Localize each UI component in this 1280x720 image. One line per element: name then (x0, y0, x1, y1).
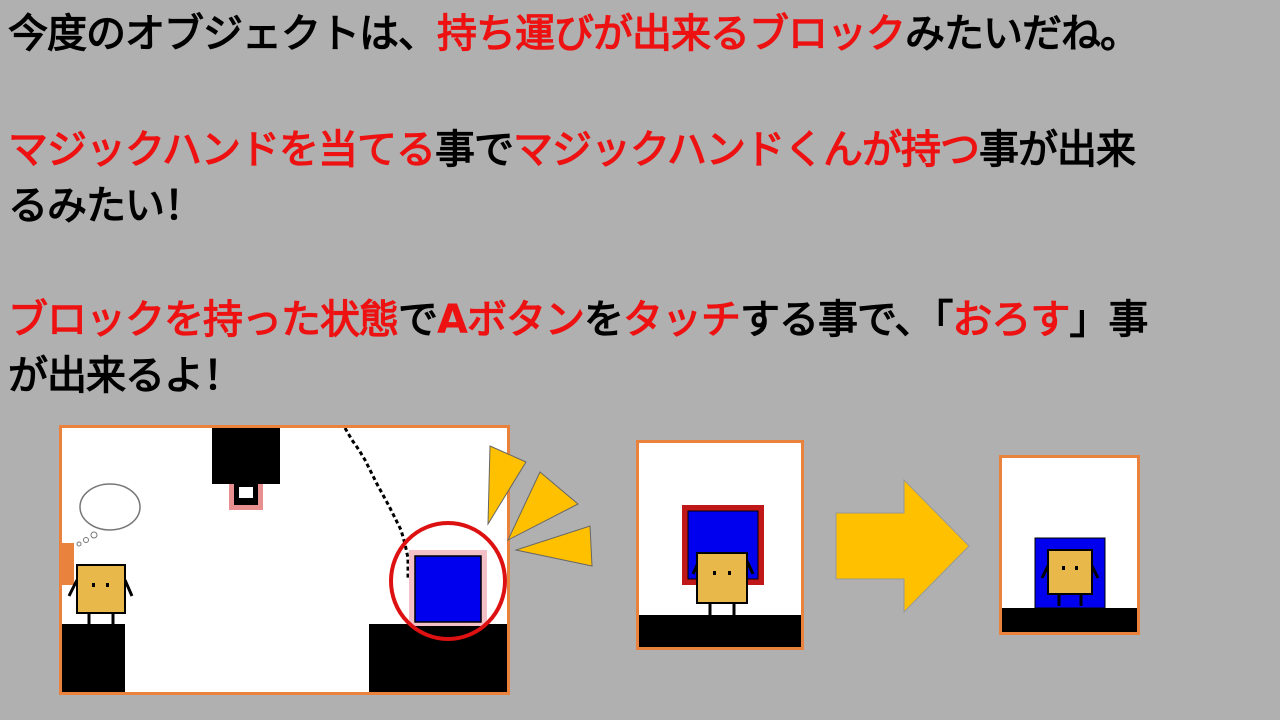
game-scene-illustration (62, 428, 507, 692)
ground (639, 615, 801, 647)
instruction-line-5: が出来るよ！ (8, 353, 243, 399)
text-segment: Aボタン (437, 297, 585, 343)
before-panel (636, 440, 804, 650)
text-segment: 今度のオブジェクトは、 (8, 11, 438, 57)
character (67, 564, 134, 624)
text-segment: 事が出来 (979, 127, 1136, 173)
hand-trajectory (343, 428, 410, 580)
text-segment: マジックハンドを当てる (8, 127, 436, 173)
blue-block (414, 555, 482, 623)
holding-block-illustration (639, 505, 801, 647)
emphasis-rays (487, 445, 593, 567)
text-segment: おろす (952, 297, 1070, 343)
text-segment: 事で (435, 127, 514, 173)
instruction-line-4: ブロックを持った状態でAボタンをタッチする事で、「おろす」事 (8, 297, 1148, 343)
text-segment: マジックハンドくんが持つ (513, 127, 980, 173)
right-ground-block (369, 624, 507, 692)
text-segment: が出来るよ！ (8, 353, 243, 399)
instruction-line-3: るみたい！ (8, 183, 204, 229)
wall-switch (62, 543, 74, 585)
game-scene-panel (59, 425, 510, 695)
left-ground-block (62, 624, 125, 692)
text-segment: タッチ (622, 297, 741, 343)
character (691, 552, 755, 615)
right-arrow-icon (835, 478, 970, 614)
text-segment: を (583, 297, 624, 343)
instruction-line-1: 今度のオブジェクトは、持ち運びが出来るブロックみたいだね。 (8, 11, 1140, 57)
ground (1002, 608, 1137, 632)
instruction-line-2: マジックハンドを当てる事でマジックハンドくんが持つ事が出来 (8, 127, 1136, 173)
text-segment: する事で、「 (739, 297, 953, 343)
text-segment: で (398, 297, 438, 343)
text-segment: 」事 (1069, 297, 1148, 343)
text-segment: みたいだね。 (905, 11, 1140, 57)
after-panel (999, 455, 1140, 635)
magic-hand-device (212, 428, 280, 484)
text-segment: ブロックを持った状態 (8, 297, 399, 343)
text-segment: るみたい！ (8, 183, 204, 229)
carrying-block-illustration (1002, 537, 1137, 632)
text-segment: 持ち運びが出来るブロック (437, 11, 906, 57)
thought-bubble (79, 483, 141, 531)
